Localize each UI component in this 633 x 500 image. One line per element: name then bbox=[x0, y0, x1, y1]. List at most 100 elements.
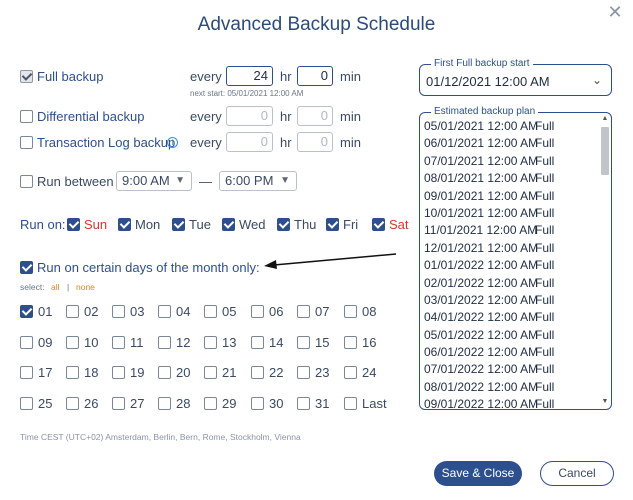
backup-plan-list[interactable]: 05/01/2021 12:00 AMFull 06/01/2021 12:00 … bbox=[424, 119, 596, 409]
differential-backup-checkbox[interactable] bbox=[20, 110, 33, 123]
plan-row-time: 07/01/2021 12:00 AM bbox=[424, 153, 539, 168]
transaction-log-checkbox[interactable] bbox=[20, 136, 33, 149]
transaction-minutes-input[interactable]: 0 bbox=[297, 132, 333, 152]
month-day-checkbox-last[interactable] bbox=[344, 397, 357, 410]
run-between-label: Run between bbox=[37, 174, 114, 189]
month-day-checkbox-16[interactable] bbox=[344, 336, 357, 349]
differential-minutes-input[interactable]: 0 bbox=[297, 106, 333, 126]
month-day-checkbox-08[interactable] bbox=[344, 305, 357, 318]
transaction-min-label: min bbox=[340, 135, 361, 150]
month-day-label: 26 bbox=[84, 396, 99, 411]
weekday-checkbox-wed[interactable] bbox=[222, 218, 235, 231]
month-day-label: 12 bbox=[176, 335, 191, 350]
weekday-checkbox-mon[interactable] bbox=[118, 218, 131, 231]
run-between-checkbox[interactable] bbox=[20, 175, 33, 188]
month-day-checkbox-18[interactable] bbox=[66, 366, 79, 379]
month-day-checkbox-05[interactable] bbox=[204, 305, 217, 318]
month-day-checkbox-17[interactable] bbox=[20, 366, 33, 379]
full-backup-checkbox[interactable] bbox=[20, 70, 33, 83]
month-day-checkbox-10[interactable] bbox=[66, 336, 79, 349]
differential-hours-input[interactable]: 0 bbox=[226, 106, 273, 126]
arrow-left-annotation bbox=[264, 253, 397, 269]
month-day-checkbox-15[interactable] bbox=[297, 336, 310, 349]
month-day-checkbox-12[interactable] bbox=[158, 336, 171, 349]
plan-row-type: Full bbox=[535, 397, 555, 409]
full-min-label: min bbox=[340, 69, 361, 84]
month-day-checkbox-30[interactable] bbox=[251, 397, 264, 410]
month-day-checkbox-20[interactable] bbox=[158, 366, 171, 379]
month-day-label: 19 bbox=[130, 365, 145, 380]
month-day-checkbox-24[interactable] bbox=[344, 366, 357, 379]
month-day-checkbox-13[interactable] bbox=[204, 336, 217, 349]
month-day-checkbox-09[interactable] bbox=[20, 336, 33, 349]
month-day-checkbox-21[interactable] bbox=[204, 366, 217, 379]
weekday-checkbox-thu[interactable] bbox=[277, 218, 290, 231]
scrollbar-thumb[interactable] bbox=[601, 127, 609, 175]
month-day-checkbox-19[interactable] bbox=[112, 366, 125, 379]
month-day-label: 24 bbox=[362, 365, 377, 380]
weekday-label-mon: Mon bbox=[135, 217, 161, 232]
month-day-checkbox-31[interactable] bbox=[297, 397, 310, 410]
weekday-checkbox-sat[interactable] bbox=[372, 218, 385, 231]
month-days-checkbox[interactable] bbox=[20, 261, 33, 274]
plan-row: 07/01/2021 12:00 AMFull bbox=[424, 154, 596, 171]
month-day-checkbox-01[interactable] bbox=[20, 305, 33, 318]
month-day-label: 08 bbox=[362, 304, 377, 319]
plan-row-time: 05/01/2022 12:00 AM bbox=[424, 327, 539, 342]
month-day-checkbox-04[interactable] bbox=[158, 305, 171, 318]
save-close-button[interactable]: Save & Close bbox=[434, 461, 522, 486]
first-full-value[interactable]: 01/12/2021 12:00 AM bbox=[426, 74, 550, 89]
month-day-label: 18 bbox=[84, 365, 99, 380]
month-day-checkbox-07[interactable] bbox=[297, 305, 310, 318]
month-day-checkbox-03[interactable] bbox=[112, 305, 125, 318]
plan-row-type: Full bbox=[535, 171, 555, 186]
month-day-checkbox-27[interactable] bbox=[112, 397, 125, 410]
month-day-label: 07 bbox=[315, 304, 330, 319]
plan-row-type: Full bbox=[535, 379, 555, 394]
month-day-checkbox-06[interactable] bbox=[251, 305, 264, 318]
scroll-up-icon[interactable]: ▲ bbox=[599, 115, 611, 125]
plan-row-type: Full bbox=[535, 188, 555, 203]
plan-row-type: Full bbox=[535, 292, 555, 307]
month-day-checkbox-02[interactable] bbox=[66, 305, 79, 318]
month-day-checkbox-14[interactable] bbox=[251, 336, 264, 349]
month-day-checkbox-26[interactable] bbox=[66, 397, 79, 410]
weekday-checkbox-tue[interactable] bbox=[172, 218, 185, 231]
month-day-checkbox-22[interactable] bbox=[251, 366, 264, 379]
month-day-checkbox-23[interactable] bbox=[297, 366, 310, 379]
chevron-down-icon[interactable]: ⌄ bbox=[592, 73, 602, 87]
full-minutes-input[interactable]: 0 bbox=[297, 66, 333, 86]
weekday-label-tue: Tue bbox=[189, 217, 211, 232]
plan-row-type: Full bbox=[535, 153, 555, 168]
scroll-down-icon[interactable]: ▼ bbox=[599, 398, 611, 408]
full-every-label: every bbox=[190, 69, 222, 84]
weekday-checkbox-fri[interactable] bbox=[326, 218, 339, 231]
weekday-checkbox-sun[interactable] bbox=[67, 218, 80, 231]
month-day-checkbox-28[interactable] bbox=[158, 397, 171, 410]
plan-row-time: 02/01/2022 12:00 AM bbox=[424, 275, 539, 290]
select-separator: | bbox=[67, 282, 70, 292]
next-start-text: next start: 05/01/2021 12:00 AM bbox=[190, 89, 304, 98]
cancel-button[interactable]: Cancel bbox=[540, 461, 614, 486]
full-hr-label: hr bbox=[280, 69, 292, 84]
month-day-label: 28 bbox=[176, 396, 191, 411]
month-day-label: 21 bbox=[222, 365, 237, 380]
info-icon[interactable]: i bbox=[167, 137, 178, 148]
select-none-link[interactable]: none bbox=[76, 282, 95, 292]
month-day-label: 13 bbox=[222, 335, 237, 350]
plan-row-type: Full bbox=[535, 345, 555, 360]
month-day-checkbox-25[interactable] bbox=[20, 397, 33, 410]
transaction-hours-input[interactable]: 0 bbox=[226, 132, 273, 152]
full-hours-input[interactable]: 24 bbox=[226, 66, 273, 86]
month-day-checkbox-11[interactable] bbox=[112, 336, 125, 349]
run-between-to-select[interactable]: 6:00 PM ▼ bbox=[219, 171, 297, 191]
plan-row-time: 01/01/2022 12:00 AM bbox=[424, 258, 539, 273]
plan-row: 01/01/2022 12:00 AMFull bbox=[424, 258, 596, 275]
differential-backup-label: Differential backup bbox=[37, 109, 145, 124]
month-day-checkbox-29[interactable] bbox=[204, 397, 217, 410]
plan-row: 02/01/2022 12:00 AMFull bbox=[424, 276, 596, 293]
select-all-link[interactable]: all bbox=[51, 282, 60, 292]
backup-plan-scrollbar[interactable]: ▲ ▼ bbox=[599, 115, 611, 408]
close-icon[interactable]: ✕ bbox=[604, 2, 626, 24]
run-between-from-select[interactable]: 9:00 AM ▼ bbox=[116, 171, 192, 191]
